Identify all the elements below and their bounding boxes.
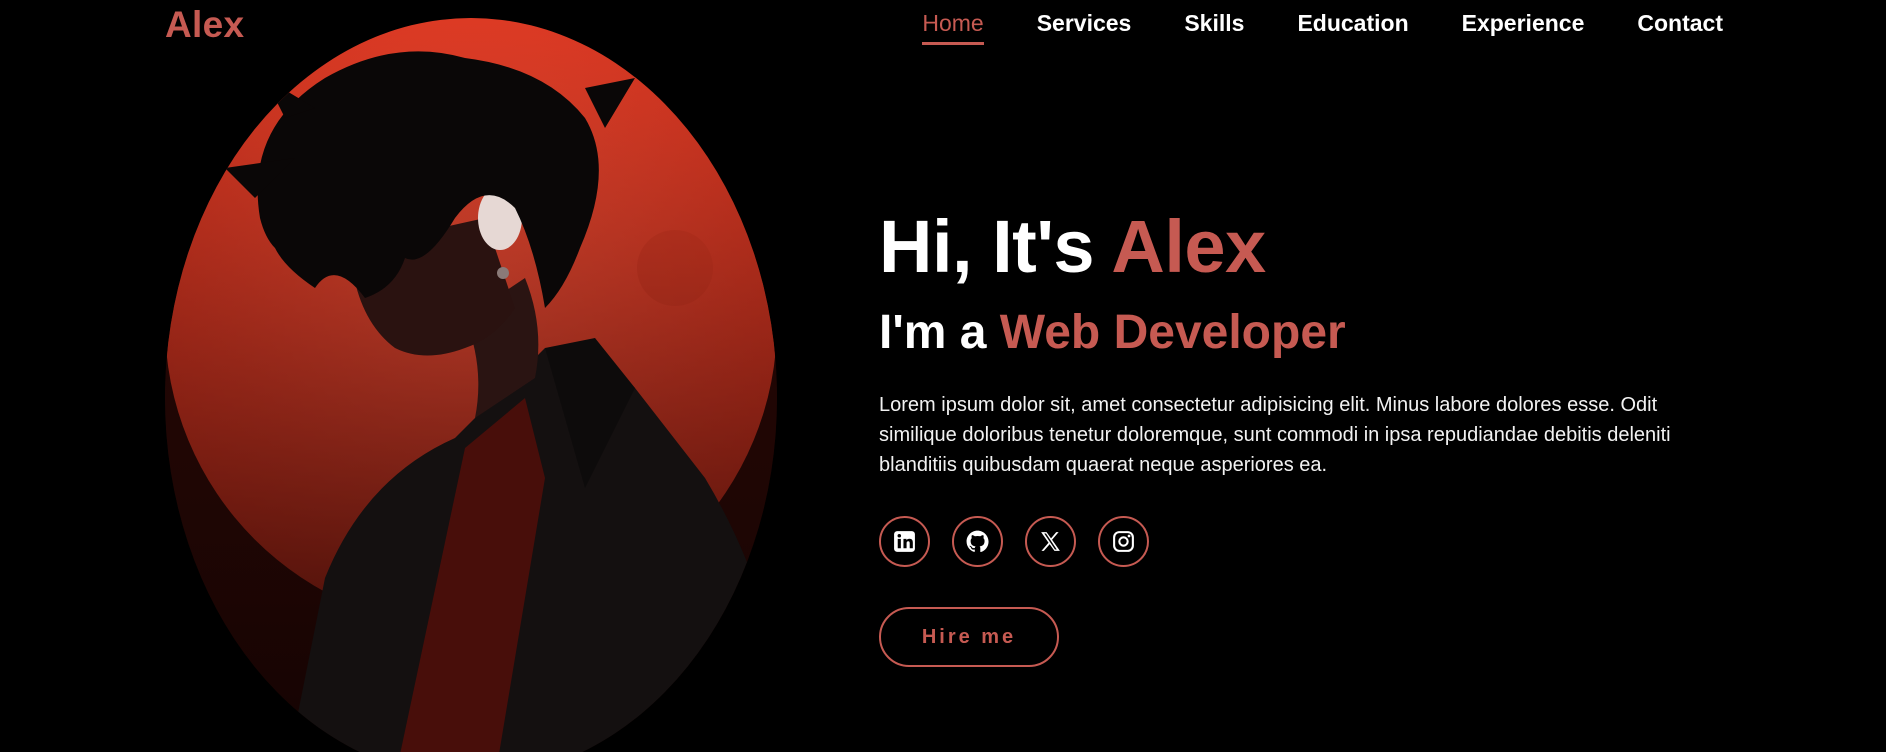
portrait-illustration xyxy=(165,18,777,752)
instagram-icon xyxy=(1113,531,1134,552)
hero-section: Hi, It's Alex I'm a Web Developer Lorem … xyxy=(879,210,1739,667)
nav-education[interactable]: Education xyxy=(1297,10,1408,45)
hero-portrait xyxy=(165,18,777,752)
hero-description: Lorem ipsum dolor sit, amet consectetur … xyxy=(879,394,1671,476)
linkedin-link[interactable] xyxy=(879,516,930,567)
instagram-link[interactable] xyxy=(1098,516,1149,567)
role-prefix: I'm a xyxy=(879,306,1000,359)
nav-home[interactable]: Home xyxy=(922,10,984,45)
greeting-text: Hi, It's xyxy=(879,205,1112,288)
github-icon xyxy=(966,530,989,553)
nav-skills[interactable]: Skills xyxy=(1184,10,1244,45)
x-link[interactable] xyxy=(1025,516,1076,567)
hero-greeting: Hi, It's Alex xyxy=(879,210,1739,284)
github-link[interactable] xyxy=(952,516,1003,567)
hero-name: Alex xyxy=(1111,205,1266,288)
hero-role: I'm a Web Developer xyxy=(879,309,1739,357)
nav-contact[interactable]: Contact xyxy=(1637,10,1723,45)
role-title: Web Developer xyxy=(999,306,1346,359)
x-icon xyxy=(1041,532,1060,551)
linkedin-icon xyxy=(894,531,915,552)
nav-services[interactable]: Services xyxy=(1037,10,1132,45)
nav-experience[interactable]: Experience xyxy=(1462,10,1585,45)
main-nav: Home Services Skills Education Experienc… xyxy=(922,10,1723,45)
hire-me-button[interactable]: Hire me xyxy=(879,607,1059,667)
social-links xyxy=(879,516,1739,567)
